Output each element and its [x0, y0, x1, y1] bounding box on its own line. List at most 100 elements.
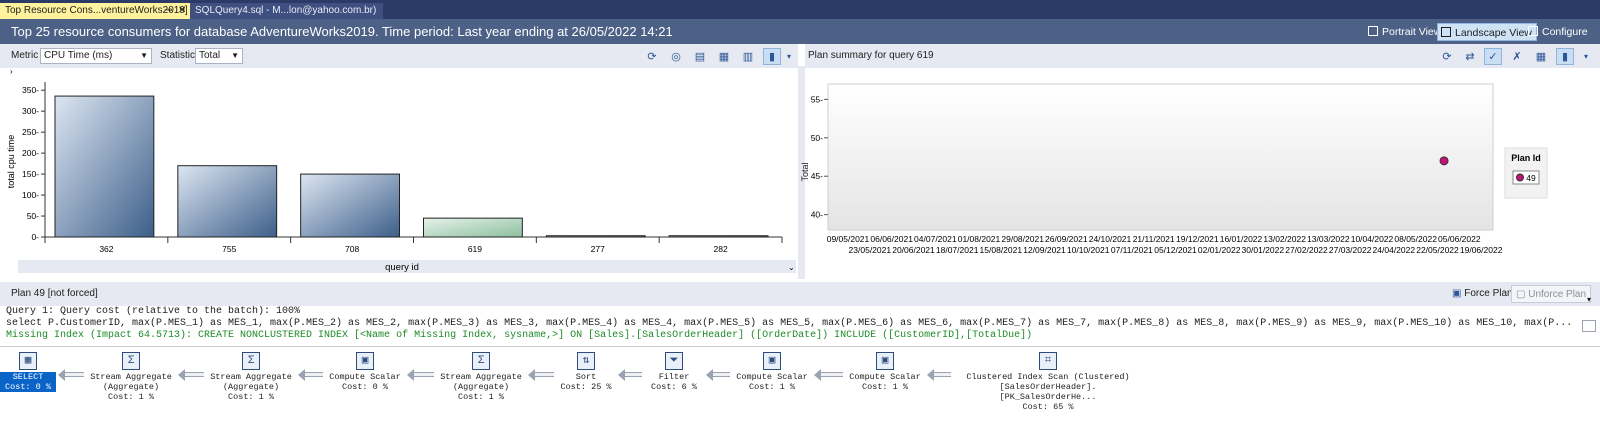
view-plan-icon[interactable]: ▤: [691, 48, 709, 65]
plan-operator-stream-aggregate[interactable]: Σ Stream Aggregate (Aggregate) Cost: 1 %: [436, 352, 526, 402]
statistic-value: Total: [199, 50, 221, 61]
y-tick-label: 55-: [811, 94, 823, 104]
compute-scalar-icon: ▣: [763, 352, 781, 370]
overflow-icon[interactable]: ▾: [784, 48, 794, 65]
operator-cost: Cost: 1 %: [108, 392, 154, 402]
data-flow-arrow: [535, 372, 554, 377]
chart-view-icon[interactable]: ▮: [763, 48, 781, 65]
unforce-plan-button[interactable]: ▢ Unforce Plan: [1511, 285, 1592, 303]
plan-operator-clustered-index-scan[interactable]: ⌗ Clustered Index Scan (Clustered) [SalesO…: [953, 352, 1143, 412]
configure-icon: [1528, 26, 1538, 36]
plan-operator-stream-aggregate[interactable]: Σ Stream Aggregate (Aggregate) Cost: 1 %: [86, 352, 176, 402]
force-plan-button[interactable]: ▣ Force Plan: [1448, 285, 1517, 303]
grid-view-icon[interactable]: ▦: [1532, 48, 1550, 65]
table-icon[interactable]: ▥: [739, 48, 757, 65]
bar-619: [423, 217, 523, 238]
page-title: Top 25 resource consumers for database A…: [11, 24, 673, 39]
operator-subtitle: (Aggregate): [102, 382, 160, 392]
bar-708: [300, 173, 400, 238]
y-tick-label: 50-: [811, 133, 823, 143]
plan-operator-select[interactable]: ▦ SELECT Cost: 0 %: [0, 352, 56, 392]
data-flow-arrow: [305, 372, 323, 377]
portrait-view-button[interactable]: Portrait View: [1365, 23, 1445, 41]
missing-index-line[interactable]: Missing Index (Impact 64.5713): CREATE N…: [0, 330, 1600, 342]
stream-aggregate-icon: Σ: [472, 352, 490, 370]
data-flow-arrow: [185, 372, 204, 377]
overflow-icon[interactable]: ▾: [1587, 295, 1591, 304]
plan-operator-stream-aggregate[interactable]: Σ Stream Aggregate (Aggregate) Cost: 1 %: [206, 352, 296, 402]
x-tick-label: 05/06/2022: [1438, 234, 1481, 244]
x-tick-label: 755: [222, 244, 236, 254]
plan-operator-compute-scalar[interactable]: ▣ Compute Scalar Cost: 1 %: [732, 352, 812, 392]
clustered-index-scan-icon: ⌗: [1039, 352, 1057, 370]
x-tick-label: 24/10/2021: [1089, 234, 1132, 244]
refresh-icon[interactable]: ⟳: [643, 48, 661, 65]
expand-text-button[interactable]: [1582, 320, 1596, 332]
overflow-icon[interactable]: ▾: [1581, 48, 1591, 65]
plan-status-label: Plan 49 [not forced]: [11, 288, 98, 299]
x-tick-label: 26/09/2021: [1045, 234, 1088, 244]
operator-cost: Cost: 6 %: [651, 382, 697, 392]
y-tick-label: 45-: [811, 171, 823, 181]
portrait-icon: [1368, 26, 1378, 36]
right-panel-toolbar: Plan summary for query 619 ⟳ ⇄ ✓ ✗ ▦ ▮ ▾: [805, 44, 1600, 68]
plan-operator-compute-scalar[interactable]: ▣ Compute Scalar Cost: 0 %: [325, 352, 405, 392]
compute-scalar-icon: ▣: [356, 352, 374, 370]
grid-view-icon[interactable]: ▦: [715, 48, 733, 65]
chevron-down-icon: ⌄: [788, 263, 795, 272]
tab-sqlquery4[interactable]: SQLQuery4.sql - M...lon@yahoo.com.br): [190, 3, 383, 19]
operator-name: Sort: [575, 372, 597, 382]
y-tick-label: 250-: [22, 127, 39, 137]
x-tick-label: 282: [713, 244, 727, 254]
operator-name: SELECT: [0, 372, 56, 382]
x-tick-label: 27/03/2022: [1329, 245, 1372, 255]
statistic-select[interactable]: Total ▼: [195, 48, 243, 64]
panel-collapse-icon: ›: [10, 68, 13, 76]
x-tick-label: 09/05/2021: [827, 234, 870, 244]
data-flow-arrow: [414, 372, 434, 377]
plan-operator-filter[interactable]: ⏷ Filter Cost: 6 %: [644, 352, 704, 392]
plan-summary-scatter-chart: 40- 45- 50- 55- 09/05/2021 06/06/2021 04/07/20…: [811, 83, 1548, 255]
operator-name: Stream Aggregate: [210, 372, 292, 382]
pin-icon[interactable]: ⊸: [164, 3, 172, 19]
compute-scalar-icon: ▣: [876, 352, 894, 370]
y-tick-label: 350-: [22, 85, 39, 95]
x-tick-label: 06/06/2021: [870, 234, 913, 244]
document-tab-strip: Top Resource Cons...ventureWorks2019] ⊸ …: [0, 0, 1600, 19]
x-tick-label: 10/04/2022: [1351, 234, 1394, 244]
x-tick-label: 21/11/2021: [1133, 234, 1175, 244]
x-tick-label: 08/05/2022: [1394, 234, 1437, 244]
refresh-icon[interactable]: ⟳: [1438, 48, 1456, 65]
plan-operator-compute-scalar[interactable]: ▣ Compute Scalar Cost: 1 %: [845, 352, 925, 392]
close-icon[interactable]: ✕: [178, 3, 186, 19]
y-tick-label: 50-: [27, 211, 39, 221]
landscape-view-button[interactable]: Landscape View: [1437, 23, 1537, 41]
y-tick-label: 150-: [22, 169, 39, 179]
data-flow-arrowhead: [178, 369, 185, 381]
operator-cost: Cost: 1 %: [458, 392, 504, 402]
chart-view-icon[interactable]: ▮: [1556, 48, 1574, 65]
tab-top-resource-consumers[interactable]: Top Resource Cons...ventureWorks2019] ⊸ …: [0, 3, 190, 19]
x-tick-label: 05/12/2021: [1154, 245, 1197, 255]
metric-value: CPU Time (ms): [44, 50, 113, 61]
data-flow-arrowhead: [706, 369, 713, 381]
x-tick-label: 07/11/2021: [1111, 245, 1153, 255]
x-tick-label: 12/09/2021: [1023, 245, 1066, 255]
force-plan-icon[interactable]: ✓: [1484, 48, 1502, 65]
unforce-plan-icon[interactable]: ✗: [1508, 48, 1526, 65]
y-axis-label: total cpu time: [6, 135, 16, 189]
chevron-down-icon: ▼: [231, 51, 239, 60]
x-tick-label: 18/07/2021: [936, 245, 979, 255]
metric-select[interactable]: CPU Time (ms) ▼: [40, 48, 152, 64]
operator-cost: Cost: 1 %: [749, 382, 795, 392]
track-query-icon[interactable]: ◎: [667, 48, 685, 65]
unforce-plan-label: Unforce Plan: [1528, 289, 1587, 300]
data-flow-arrow: [934, 372, 951, 377]
legend-item-label: 49: [1526, 173, 1536, 183]
compare-plans-icon[interactable]: ⇄: [1461, 48, 1479, 65]
plan-operator-sort[interactable]: ⇅ Sort Cost: 25 %: [556, 352, 616, 392]
configure-button[interactable]: Configure: [1525, 23, 1592, 41]
data-flow-arrowhead: [814, 369, 821, 381]
operator-cost: Cost: 25 %: [560, 382, 612, 392]
configure-label: Configure: [1542, 26, 1588, 38]
